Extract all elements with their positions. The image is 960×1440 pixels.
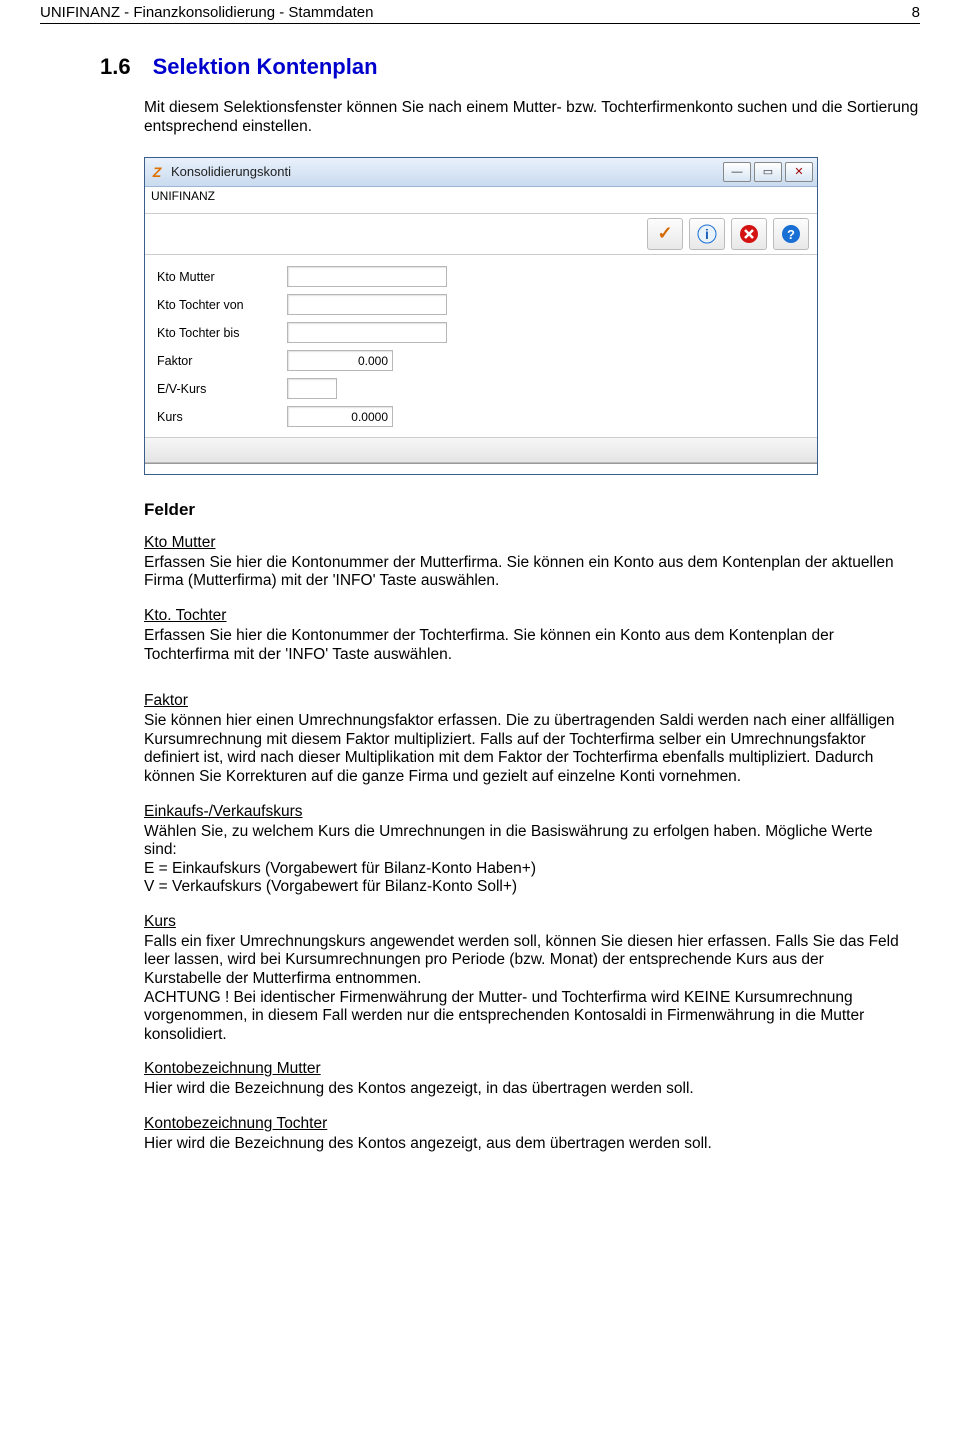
label-kto-tochter-von: Kto Tochter von <box>157 298 287 312</box>
field-title: Kontobezeichnung Tochter <box>144 1115 904 1133</box>
field-faktor: Faktor Sie können hier einen Umrechnungs… <box>144 692 904 786</box>
maximize-button[interactable]: ▭ <box>754 162 782 182</box>
field-text: Falls ein fixer Umrechnungskurs angewend… <box>144 933 899 1043</box>
status-strip <box>145 463 817 474</box>
titlebar: Z Konsolidierungskonti — ▭ ✕ <box>145 158 817 187</box>
field-text: Erfassen Sie hier die Kontonummer der Mu… <box>144 554 894 590</box>
field-title: Kontobezeichnung Mutter <box>144 1060 904 1078</box>
input-faktor[interactable] <box>287 350 393 371</box>
field-text: Wählen Sie, zu welchem Kurs die Umrechnu… <box>144 823 873 896</box>
toolbar: ✓ i ? <box>145 214 817 255</box>
close-button[interactable]: ✕ <box>785 162 813 182</box>
dialog-window: Z Konsolidierungskonti — ▭ ✕ UNIFINANZ ✓… <box>144 157 818 475</box>
field-title: Kto. Tochter <box>144 607 904 625</box>
ok-button[interactable]: ✓ <box>647 218 683 250</box>
field-kurs: Kurs Falls ein fixer Umrechnungskurs ang… <box>144 913 904 1045</box>
field-title: Kurs <box>144 913 904 931</box>
field-kto-mutter: Kto Mutter Erfassen Sie hier die Kontonu… <box>144 534 904 591</box>
label-faktor: Faktor <box>157 354 287 368</box>
field-text: Erfassen Sie hier die Kontonummer der To… <box>144 627 834 663</box>
tab-strip <box>145 437 817 463</box>
field-kbez-tochter: Kontobezeichnung Tochter Hier wird die B… <box>144 1115 904 1154</box>
field-title: Kto Mutter <box>144 534 904 552</box>
intro-text: Mit diesem Selektionsfenster können Sie … <box>144 98 920 137</box>
field-ekvk: Einkaufs-/Verkaufskurs Wählen Sie, zu we… <box>144 803 904 897</box>
svg-text:?: ? <box>787 227 795 242</box>
input-evkurs[interactable] <box>287 378 337 399</box>
input-kto-tochter-bis[interactable] <box>287 322 447 343</box>
label-kto-mutter: Kto Mutter <box>157 270 287 284</box>
page-number: 8 <box>912 4 920 21</box>
field-text: Sie können hier einen Umrechnungsfaktor … <box>144 712 895 785</box>
window-title: Konsolidierungskonti <box>171 164 291 179</box>
field-title: Einkaufs-/Verkaufskurs <box>144 803 904 821</box>
app-icon: Z <box>149 164 165 180</box>
field-title: Faktor <box>144 692 904 710</box>
menubar[interactable]: UNIFINANZ <box>145 187 817 214</box>
header-left: UNIFINANZ - Finanzkonsolidierung - Stamm… <box>40 4 373 21</box>
svg-text:i: i <box>705 226 709 242</box>
minimize-button[interactable]: — <box>723 162 751 182</box>
section-title: Selektion Kontenplan <box>153 54 378 79</box>
input-kto-mutter[interactable] <box>287 266 447 287</box>
label-evkurs: E/V-Kurs <box>157 382 287 396</box>
info-button[interactable]: i <box>689 218 725 250</box>
label-kto-tochter-bis: Kto Tochter bis <box>157 326 287 340</box>
field-kto-tochter: Kto. Tochter Erfassen Sie hier die Konto… <box>144 607 904 664</box>
field-kbez-mutter: Kontobezeichnung Mutter Hier wird die Be… <box>144 1060 904 1099</box>
input-kurs[interactable] <box>287 406 393 427</box>
label-kurs: Kurs <box>157 410 287 424</box>
field-text: Hier wird die Bezeichnung des Kontos ang… <box>144 1080 694 1097</box>
input-kto-tochter-von[interactable] <box>287 294 447 315</box>
section-heading: 1.6 Selektion Kontenplan <box>100 54 920 80</box>
form-area: Kto Mutter Kto Tochter von Kto Tochter b… <box>145 255 817 437</box>
section-number: 1.6 <box>100 54 131 79</box>
page-header: UNIFINANZ - Finanzkonsolidierung - Stamm… <box>40 0 920 24</box>
field-text: Hier wird die Bezeichnung des Kontos ang… <box>144 1135 712 1152</box>
fields-heading: Felder <box>144 500 920 520</box>
cancel-button[interactable] <box>731 218 767 250</box>
help-button[interactable]: ? <box>773 218 809 250</box>
